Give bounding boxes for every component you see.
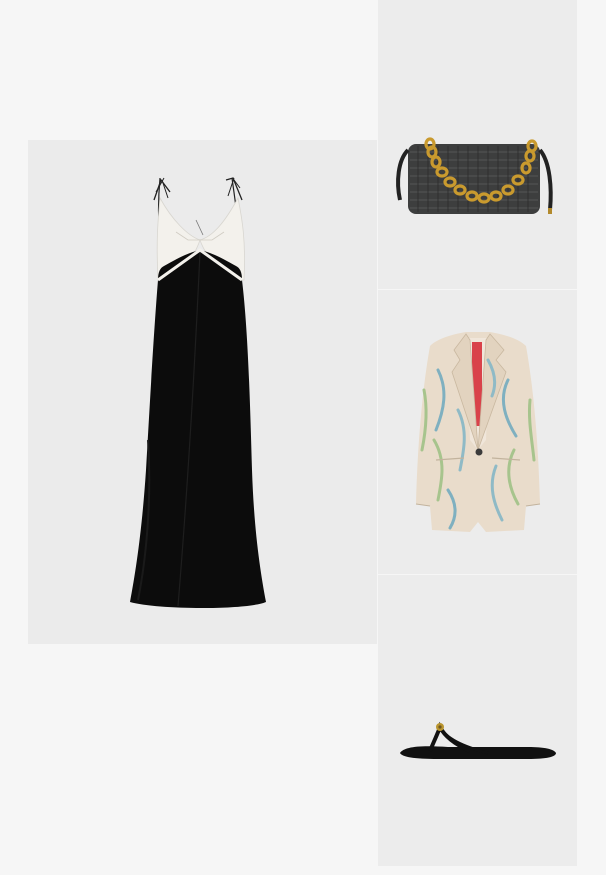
product-tile-handbag[interactable] <box>378 0 577 289</box>
sandal-icon <box>400 721 556 759</box>
handbag-icon <box>396 137 553 214</box>
product-tile-sandal[interactable] <box>378 575 577 866</box>
dress-icon <box>130 177 266 608</box>
product-tile-blazer[interactable] <box>378 290 577 574</box>
product-tile-dress[interactable] <box>28 140 377 644</box>
blazer-icon <box>415 332 541 532</box>
outfit-board <box>0 0 606 875</box>
